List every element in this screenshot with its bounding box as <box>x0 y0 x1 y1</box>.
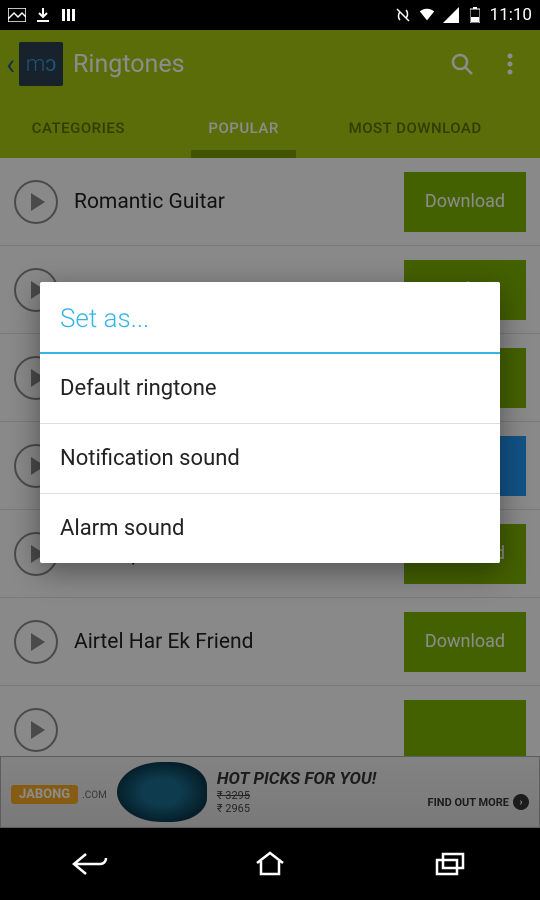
vibrate-icon <box>394 6 412 24</box>
wifi-icon <box>418 6 436 24</box>
bars-icon <box>60 6 78 24</box>
recent-apps-button[interactable] <box>410 844 490 884</box>
dialog-option-notification-sound[interactable]: Notification sound <box>40 424 500 494</box>
dialog-title: Set as... <box>40 282 500 354</box>
home-button[interactable] <box>230 844 310 884</box>
dialog-option-alarm-sound[interactable]: Alarm sound <box>40 494 500 563</box>
signal-icon <box>442 6 460 24</box>
navigation-bar <box>0 828 540 900</box>
dialog-option-default-ringtone[interactable]: Default ringtone <box>40 354 500 424</box>
status-time: 11:10 <box>490 5 532 25</box>
back-button[interactable] <box>50 844 130 884</box>
battery-icon <box>466 6 484 24</box>
status-bar: 11:10 <box>0 0 540 30</box>
gallery-icon <box>8 6 26 24</box>
download-icon <box>34 6 52 24</box>
set-as-dialog: Set as... Default ringtone Notification … <box>40 282 500 563</box>
